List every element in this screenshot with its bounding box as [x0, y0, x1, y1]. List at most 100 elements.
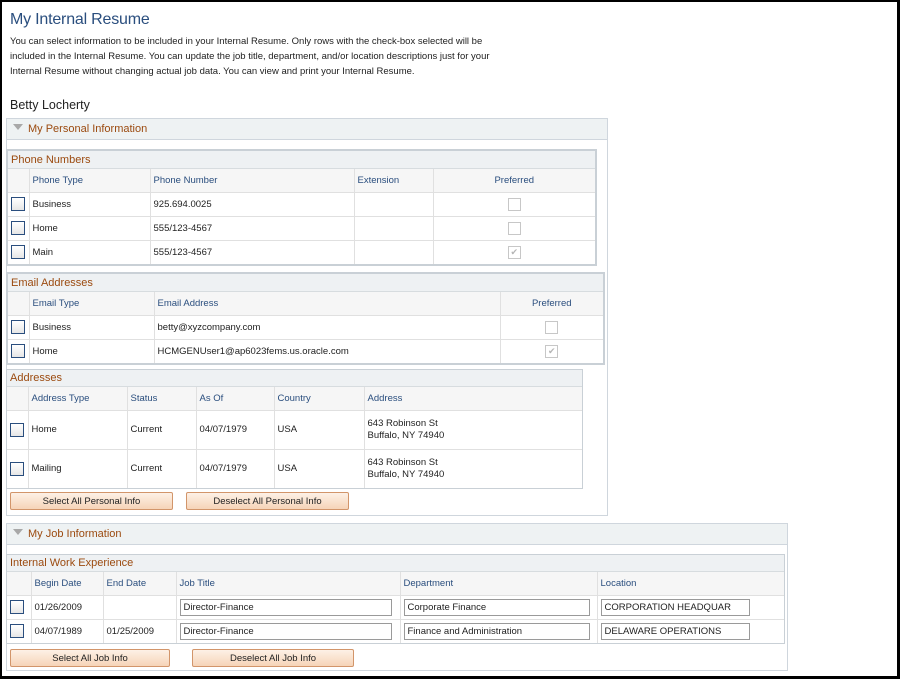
job-title-input[interactable]	[179, 598, 392, 616]
col-location: Location	[597, 572, 784, 596]
address-type: Mailing	[28, 449, 128, 488]
end-date	[103, 595, 177, 620]
address-country: USA	[274, 449, 365, 488]
col-email-address: Email Address	[154, 292, 501, 316]
select-checkbox[interactable]	[11, 197, 25, 211]
work-experience-title: Internal Work Experience	[7, 555, 784, 572]
col-address: Address	[364, 387, 582, 411]
phone-table: Phone Type Phone Number Extension Prefer…	[8, 169, 595, 264]
col-status: Status	[127, 387, 197, 411]
address-line-2: Buffalo, NY 74940	[367, 468, 445, 480]
select-checkbox[interactable]	[10, 461, 24, 476]
col-as-of: As Of	[196, 387, 275, 411]
addresses-table: Address Type Status As Of Country Addres…	[7, 387, 582, 488]
col-preferred: Preferred	[500, 292, 603, 316]
phone-number: 555/123-4567	[150, 216, 355, 241]
address-as-of: 04/07/1979	[196, 449, 275, 488]
address-line-1: 643 Robinson St	[367, 456, 438, 468]
collapse-triangle-icon[interactable]	[13, 124, 23, 130]
address-status: Current	[127, 449, 197, 488]
job-info-title[interactable]: My Job Information	[28, 528, 122, 540]
checkmark-icon: ✔	[547, 345, 556, 356]
phone-number: 555/123-4567	[150, 240, 355, 264]
email-table-header: Email Type Email Address Preferred	[8, 292, 603, 316]
location-input[interactable]	[600, 598, 750, 616]
checkmark-icon: ✔	[510, 246, 519, 257]
personal-info-header[interactable]: My Personal Information	[7, 119, 607, 140]
department-input[interactable]	[403, 598, 590, 616]
phone-numbers-title: Phone Numbers	[8, 151, 595, 169]
select-checkbox[interactable]	[11, 320, 25, 334]
personal-info-title[interactable]: My Personal Information	[28, 123, 147, 135]
page-frame: My Internal Resume You can select inform…	[2, 2, 897, 676]
address-value: 643 Robinson St Buffalo, NY 74940	[364, 410, 582, 450]
col-end-date: End Date	[103, 572, 177, 596]
select-checkbox[interactable]	[10, 600, 24, 614]
preferred-checkbox-checked: ✔	[545, 344, 559, 358]
select-checkbox[interactable]	[11, 344, 25, 359]
address-status: Current	[127, 410, 197, 450]
department-input[interactable]	[403, 622, 590, 640]
table-row: Home HCMGENUser1@ap6023fems.us.oracle.co…	[8, 339, 603, 363]
select-all-job-button[interactable]: Select All Job Info	[10, 649, 170, 667]
preferred-checkbox	[545, 320, 559, 334]
select-checkbox[interactable]	[11, 245, 25, 260]
email-addresses-grid: Email Addresses Email Type Email Address…	[6, 272, 605, 365]
phone-type: Home	[29, 216, 151, 241]
email-address: betty@xyzcompany.com	[154, 315, 501, 340]
col-begin-date: Begin Date	[31, 572, 104, 596]
col-email-type: Email Type	[29, 292, 155, 316]
address-line-2: Buffalo, NY 74940	[367, 429, 445, 441]
table-row: Main 555/123-4567 ✔	[8, 240, 595, 264]
select-checkbox[interactable]	[11, 221, 25, 235]
col-job-title: Job Title	[176, 572, 401, 596]
end-date: 01/25/2009	[103, 619, 177, 643]
col-preferred: Preferred	[433, 169, 595, 193]
intro-text: You can select information to be include…	[10, 36, 490, 77]
address-type: Home	[28, 410, 128, 450]
table-row: Home 555/123-4567	[8, 216, 595, 241]
begin-date: 01/26/2009	[31, 595, 104, 620]
table-row: 01/26/2009	[7, 595, 784, 620]
extension	[354, 192, 434, 217]
table-row: Mailing Current 04/07/1979 USA 643 Robin…	[7, 449, 582, 488]
col-address-type: Address Type	[28, 387, 128, 411]
collapse-triangle-icon[interactable]	[13, 529, 23, 535]
email-table: Email Type Email Address Preferred Busin…	[8, 292, 603, 363]
table-row: Business 925.694.0025	[8, 192, 595, 217]
extension	[354, 240, 434, 264]
select-all-personal-button[interactable]: Select All Personal Info	[10, 492, 173, 510]
person-name: Betty Locherty	[10, 98, 90, 112]
page-title: My Internal Resume	[10, 11, 150, 28]
deselect-all-personal-button[interactable]: Deselect All Personal Info	[186, 492, 349, 510]
email-address: HCMGENUser1@ap6023fems.us.oracle.com	[154, 339, 501, 363]
select-checkbox[interactable]	[10, 624, 24, 639]
address-value: 643 Robinson St Buffalo, NY 74940	[364, 449, 582, 488]
begin-date: 04/07/1989	[31, 619, 104, 643]
work-experience-header: Begin Date End Date Job Title Department…	[7, 572, 784, 596]
col-extension: Extension	[354, 169, 434, 193]
phone-table-header: Phone Type Phone Number Extension Prefer…	[8, 169, 595, 193]
addresses-title: Addresses	[7, 370, 582, 387]
preferred-checkbox	[507, 221, 521, 235]
preferred-checkbox	[507, 197, 521, 211]
table-row: 04/07/1989 01/25/2009	[7, 619, 784, 643]
extension	[354, 216, 434, 241]
address-country: USA	[274, 410, 365, 450]
address-as-of: 04/07/1979	[196, 410, 275, 450]
preferred-checkbox-checked: ✔	[507, 245, 521, 259]
job-info-header[interactable]: My Job Information	[7, 524, 787, 545]
addresses-table-header: Address Type Status As Of Country Addres…	[7, 387, 582, 411]
col-phone-number: Phone Number	[150, 169, 355, 193]
addresses-grid: Addresses Address Type Status As Of Coun…	[6, 369, 583, 489]
table-row: Home Current 04/07/1979 USA 643 Robinson…	[7, 410, 582, 450]
location-input[interactable]	[600, 622, 750, 640]
select-checkbox[interactable]	[10, 422, 24, 437]
job-title-input[interactable]	[179, 622, 392, 640]
deselect-all-job-button[interactable]: Deselect All Job Info	[192, 649, 354, 667]
col-department: Department	[400, 572, 598, 596]
phone-number: 925.694.0025	[150, 192, 355, 217]
work-experience-table: Begin Date End Date Job Title Department…	[7, 572, 784, 643]
col-country: Country	[274, 387, 365, 411]
email-type: Business	[29, 315, 155, 340]
